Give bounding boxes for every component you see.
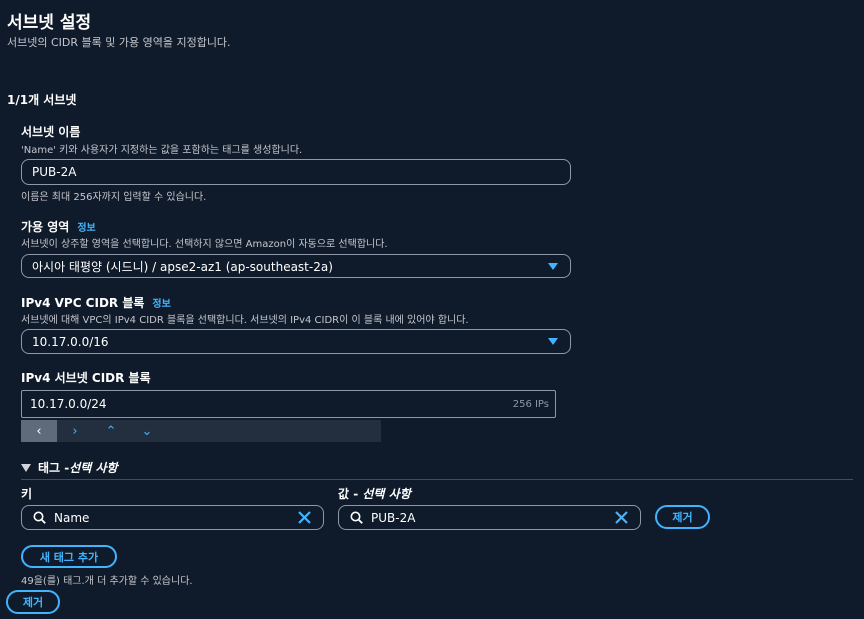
caret-down-icon bbox=[548, 263, 558, 270]
subnet-counter: 1/1개 서브넷 bbox=[7, 93, 77, 107]
availability-zone-label: 가용 영역 bbox=[21, 220, 70, 234]
search-icon bbox=[350, 511, 363, 524]
vpc-cidr-label: IPv4 VPC CIDR 블록 bbox=[21, 296, 145, 310]
vpc-cidr-select[interactable]: 10.17.0.0/16 bbox=[21, 329, 571, 354]
tag-value-optional: 선택 사항 bbox=[362, 487, 411, 501]
availability-zone-info-link[interactable]: 정보 bbox=[77, 223, 95, 234]
tag-value-value: PUB-2A bbox=[371, 510, 416, 525]
remove-subnet-button[interactable]: 제거 bbox=[6, 590, 60, 614]
tag-value-label: 값 - bbox=[338, 487, 363, 501]
tag-value-label-row: 값 - 선택 사항 bbox=[338, 485, 411, 502]
remove-tag-button[interactable]: 제거 bbox=[655, 505, 710, 529]
subnet-cidr-label: IPv4 서브넷 CIDR 블록 bbox=[21, 371, 151, 385]
availability-zone-label-row: 가용 영역 정보 bbox=[21, 218, 96, 235]
subnet-name-hint: 이름은 최대 256자까지 입력할 수 있습니다. bbox=[21, 192, 207, 203]
cidr-stepper-bar: ‹ › ⌃ ⌄ bbox=[21, 420, 381, 442]
ip-count: 256 IPs bbox=[512, 398, 549, 410]
tags-divider bbox=[21, 479, 853, 480]
tags-section-toggle[interactable]: 태그 - 선택 사항 bbox=[21, 459, 118, 476]
page-subtitle: 서브넷의 CIDR 블록 및 가용 영역을 지정합니다. bbox=[7, 36, 231, 49]
add-tag-button[interactable]: 새 태그 추가 bbox=[21, 545, 117, 568]
cidr-decrease-button[interactable]: ⌄ bbox=[129, 420, 165, 442]
subnet-name-label: 서브넷 이름 bbox=[21, 125, 81, 139]
tag-key-value: Name bbox=[54, 510, 90, 525]
close-icon[interactable] bbox=[296, 509, 313, 526]
tag-key-label: 키 bbox=[21, 487, 33, 501]
vpc-cidr-label-row: IPv4 VPC CIDR 블록 정보 bbox=[21, 294, 171, 311]
page-title: 서브넷 설정 bbox=[7, 13, 92, 33]
tag-key-input[interactable]: Name bbox=[21, 505, 324, 530]
cidr-next-button[interactable]: › bbox=[57, 420, 93, 442]
vpc-cidr-description: 서브넷에 대해 VPC의 IPv4 CIDR 블록을 선택합니다. 서브넷의 I… bbox=[21, 315, 469, 326]
cidr-prev-button[interactable]: ‹ bbox=[21, 420, 57, 442]
triangle-down-icon bbox=[21, 463, 31, 472]
vpc-cidr-value: 10.17.0.0/16 bbox=[32, 334, 109, 349]
cidr-increase-button[interactable]: ⌃ bbox=[93, 420, 129, 442]
availability-zone-description: 서브넷이 상주할 영역을 선택합니다. 선택하지 않으면 Amazon이 자동으… bbox=[21, 239, 388, 250]
availability-zone-value: 아시아 태평양 (시드니) / apse2-az1 (ap-southeast-… bbox=[32, 259, 333, 274]
subnet-name-description: 'Name' 키와 사용자가 지정하는 값을 포함하는 태그를 생성합니다. bbox=[21, 145, 303, 156]
tags-section-optional: 선택 사항 bbox=[69, 461, 118, 475]
subnet-name-value: PUB-2A bbox=[32, 165, 77, 179]
search-icon bbox=[33, 511, 46, 524]
caret-down-icon bbox=[548, 338, 558, 345]
subnet-name-input[interactable]: PUB-2A bbox=[21, 159, 571, 185]
availability-zone-select[interactable]: 아시아 태평양 (시드니) / apse2-az1 (ap-southeast-… bbox=[21, 254, 571, 278]
tag-limit-note: 49을(를) 태그.개 더 추가할 수 있습니다. bbox=[21, 576, 193, 587]
tag-value-input[interactable]: PUB-2A bbox=[338, 505, 641, 530]
close-icon[interactable] bbox=[613, 509, 630, 526]
subnet-cidr-input[interactable]: 10.17.0.0/24 256 IPs bbox=[21, 390, 556, 418]
tags-section-title: 태그 - bbox=[38, 461, 70, 475]
subnet-cidr-value: 10.17.0.0/24 bbox=[30, 397, 107, 411]
vpc-cidr-info-link[interactable]: 정보 bbox=[152, 299, 170, 310]
